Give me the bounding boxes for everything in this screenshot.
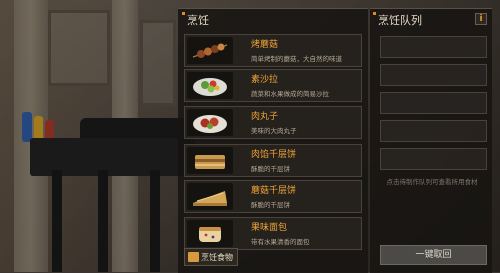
queue-slot[interactable]: [380, 148, 487, 170]
grilled-mushroom-icon: [187, 37, 233, 64]
queue-panel-title: 烹饪队列: [373, 12, 422, 28]
recipe-description: 酥脆的千层饼: [251, 201, 290, 209]
queue-slot[interactable]: [380, 120, 487, 142]
recipe-item-meat-layer-pie[interactable]: 肉馅千层饼 酥脆的千层饼: [184, 144, 362, 177]
recipe-name: 果味面包: [251, 223, 288, 233]
recipe-item-grilled-mushroom[interactable]: 烤蘑菇 简单烤制的蘑菇，大自然的味道: [184, 34, 362, 67]
queue-slot[interactable]: [380, 64, 487, 86]
recipe-description: 蔬菜和水果做成的简易沙拉: [251, 90, 329, 98]
recipe-description: 美味的大肉丸子: [251, 127, 297, 135]
recipe-name: 肉丸子: [251, 112, 279, 122]
recipe-description: 酥脆的千层饼: [251, 165, 290, 173]
queue-slot[interactable]: [380, 92, 487, 114]
cook-food-button[interactable]: 烹饪食物: [184, 248, 238, 266]
recipe-name: 烤蘑菇: [251, 40, 279, 50]
recipe-item-fruit-bread[interactable]: 果味面包 带有水果清香的面包: [184, 217, 362, 250]
info-button[interactable]: i: [475, 13, 487, 25]
title-marker-icon: [182, 12, 185, 15]
meat-layer-pie-icon: [187, 147, 233, 174]
cooking-title-text: 烹饪: [187, 14, 209, 27]
recipe-item-mushroom-layer-pie[interactable]: 蘑菇千层饼 酥脆的千层饼: [184, 180, 362, 213]
recipe-description: 简单烤制的蘑菇，大自然的味道: [251, 55, 342, 63]
recipe-item-salad[interactable]: 素沙拉 蔬菜和水果做成的简易沙拉: [184, 69, 362, 102]
salad-plate-icon: [187, 72, 233, 99]
cooking-panel-title: 烹饪: [182, 12, 209, 28]
quick-collect-button[interactable]: 一键取回: [380, 245, 487, 265]
mushroom-layer-pie-icon: [187, 183, 233, 210]
recipe-name: 肉馅千层饼: [251, 150, 297, 160]
recipe-item-meatball[interactable]: 肉丸子 美味的大肉丸子: [184, 106, 362, 139]
cooking-pot-icon: [188, 252, 199, 262]
queue-title-text: 烹饪队列: [378, 14, 422, 27]
recipe-name: 素沙拉: [251, 75, 279, 85]
cook-food-label: 烹饪食物: [201, 253, 233, 262]
queue-slot[interactable]: [380, 36, 487, 58]
meatball-plate-icon: [187, 109, 233, 136]
title-marker-icon: [373, 12, 376, 15]
queue-hint-text: 点击待制作队列可查看所用食材: [386, 178, 478, 186]
fruit-bread-icon: [187, 220, 233, 247]
recipe-name: 蘑菇千层饼: [251, 186, 297, 196]
recipe-description: 带有水果清香的面包: [251, 238, 310, 246]
